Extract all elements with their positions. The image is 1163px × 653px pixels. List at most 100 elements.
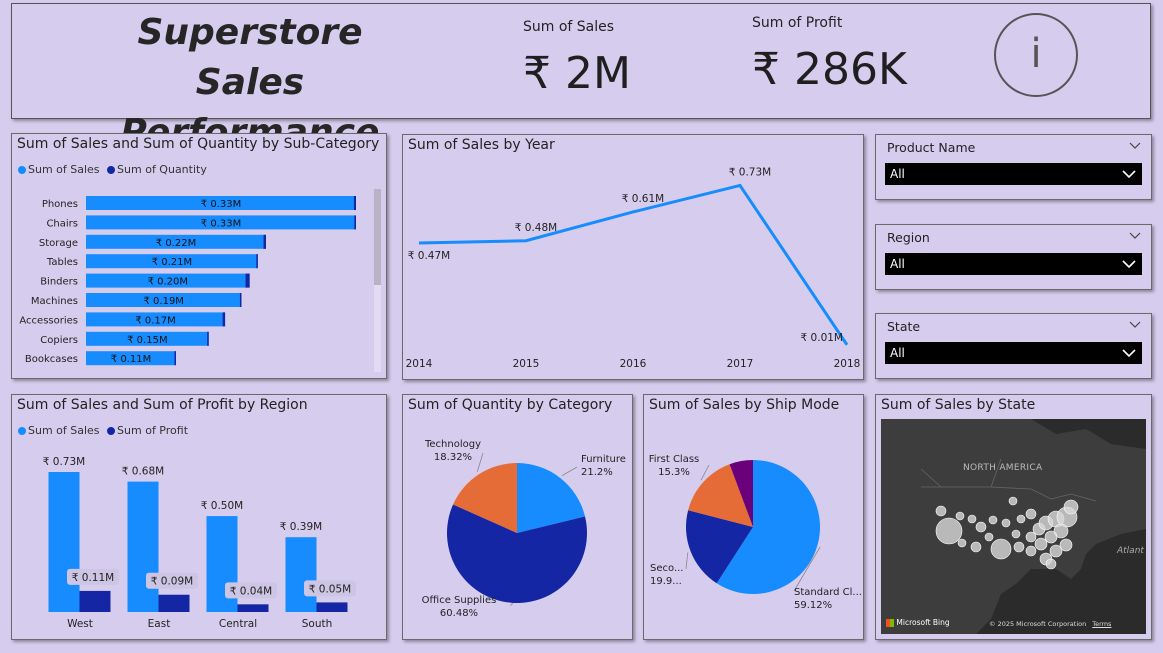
state-map-title: Sum of Sales by State [881,397,1036,413]
subcategory-tick-label: Storage [39,238,78,249]
subcategory-tick-label: Binders [40,277,78,288]
region-sales-bar [285,537,317,612]
state-sales-bubble [1013,541,1025,553]
subcategory-tick-label: Accessories [19,315,78,326]
year-tick-label: 2015 [513,358,540,370]
year-data-label: ₹ 0.73M [729,166,771,178]
region-legend: Sum of Sales Sum of Profit [18,424,188,437]
region-profit-label: ₹ 0.04M [230,585,272,597]
map-graphic [881,419,1146,634]
sales-trend-line [418,183,849,346]
legend-sales-dot [18,427,26,435]
subcategory-quantity-bar [256,254,258,269]
region-sales-label: ₹ 0.68M [122,466,164,478]
region-tick-label: South [302,618,333,630]
shipmode-leader-line [685,552,689,570]
state-sales-bubble [1008,496,1018,506]
state-sales-bubble [1063,499,1079,515]
year-chart-panel: Sum of Sales by Year ₹ 0.47M 2014 ₹ 0.48M 2… [402,134,864,380]
chevron-down-icon [1122,260,1136,269]
region-bar-chart: ₹ 0.73M ₹ 0.11M West ₹ 0.68M ₹ 0.09M East ₹ 0.… [43,456,356,630]
subcategory-data-label: ₹ 0.21M [152,257,192,268]
slicer-state-collapse-icon[interactable] [1129,321,1141,329]
shipmode-pie-panel: Sum of Sales by Ship Mode Standard Cl...… [643,394,864,640]
year-data-label: ₹ 0.48M [515,222,557,234]
legend-quantity-label: Sum of Quantity [117,163,207,176]
state-sales-bubble [935,517,963,545]
shipmode-slice-pct: 19.9... [650,576,682,587]
legend-sales-label: Sum of Sales [28,163,100,176]
bing-brand-label: Microsoft Bing [896,618,950,627]
category-pie-panel: Sum of Quantity by Category Furniture 21.… [402,394,633,640]
slicer-state-value: All [890,346,905,360]
subcategory-chart-title: Sum of Sales and Sum of Quantity by Sub-… [17,136,380,152]
shipmode-slice-label: Standard Cl... [794,587,862,598]
subcategory-quantity-bar [353,196,356,210]
info-icon[interactable]: i [994,13,1078,97]
state-sales-bubble [1016,514,1026,524]
state-sales-bubble [1044,530,1058,544]
category-leader-line [561,466,578,476]
slicer-region: Region All [875,224,1152,290]
region-chart-title: Sum of Sales and Sum of Profit by Region [17,397,308,413]
region-sales-bar [127,481,159,612]
subcategory-data-label: ₹ 0.33M [201,218,241,229]
slicer-product-name-dropdown[interactable]: All [885,163,1142,185]
legend-sales-dot [18,166,26,174]
subcategory-data-label: ₹ 0.11M [111,354,151,365]
subcategory-data-label: ₹ 0.20M [148,277,188,288]
map-canvas[interactable]: NORTH AMERICA Atlant Microsoft Bing © 20… [881,419,1146,634]
region-profit-label: ₹ 0.05M [309,583,351,595]
state-sales-bubble [988,515,998,525]
slicer-region-dropdown[interactable]: All [885,253,1142,275]
slicer-region-value: All [890,257,905,271]
subcategory-tick-label: Machines [31,296,78,307]
map-landmass [881,419,1146,634]
region-profit-bar [79,590,111,612]
slicer-product-name-collapse-icon[interactable] [1129,142,1141,150]
shipmode-pie-title: Sum of Sales by Ship Mode [649,397,840,413]
subcategory-tick-label: Bookcases [25,354,78,365]
subcategory-legend: Sum of Sales Sum of Quantity [18,163,207,176]
region-sales-bar [48,472,80,612]
scrollbar-thumb[interactable] [374,189,381,285]
map-label-ocean: Atlant [1117,546,1144,556]
region-tick-label: Central [219,618,257,630]
header-panel: Superstore Sales Performance Sum of Sale… [11,3,1151,153]
subcategory-bar-chart: Phones ₹ 0.33M Chairs ₹ 0.33M Storage ₹ 0.22M… [19,196,356,366]
state-sales-bubble [1025,545,1037,557]
category-slice-label: Technology [424,439,481,450]
year-data-label: ₹ 0.47M [408,250,450,262]
subcategory-data-label: ₹ 0.22M [156,238,196,249]
info-icon-glyph: i [1030,31,1042,77]
subcategory-data-label: ₹ 0.17M [135,315,175,326]
map-label-north-america: NORTH AMERICA [963,463,1043,473]
state-sales-bubble [935,505,947,517]
bing-logo: Microsoft Bing [886,618,950,627]
slicer-state-dropdown[interactable]: All [885,342,1142,364]
map-terms-link[interactable]: Terms [1092,620,1111,628]
category-slice-label: Office Supplies [422,595,497,606]
region-profit-bar [158,594,190,612]
state-sales-bubble [1045,558,1057,570]
subcategory-tick-label: Phones [42,199,78,210]
subcategory-quantity-bar [354,215,356,230]
subcategory-quantity-bar [174,351,176,366]
year-chart-title: Sum of Sales by Year [408,137,555,153]
subcategory-data-label: ₹ 0.15M [127,335,167,346]
category-leader-line [510,602,514,606]
subcategory-tick-label: Tables [46,257,78,268]
chevron-down-icon [1122,170,1136,179]
state-sales-bubble [1001,518,1011,528]
year-tick-label: 2018 [834,358,861,370]
subcategory-quantity-bar [239,293,242,307]
category-pie-chart: Furniture 21.2% Office Supplies 60.48% Techn… [422,439,626,619]
subcategory-data-label: ₹ 0.33M [201,199,241,210]
region-tick-label: West [67,618,93,630]
chevron-down-icon [1122,349,1136,358]
dashboard-title-line1: Superstore Sales [137,12,363,103]
slicer-region-collapse-icon[interactable] [1129,232,1141,240]
year-data-label: ₹ 0.61M [622,193,664,205]
legend-profit-label: Sum of Profit [117,424,189,437]
legend-sales-label: Sum of Sales [28,424,100,437]
